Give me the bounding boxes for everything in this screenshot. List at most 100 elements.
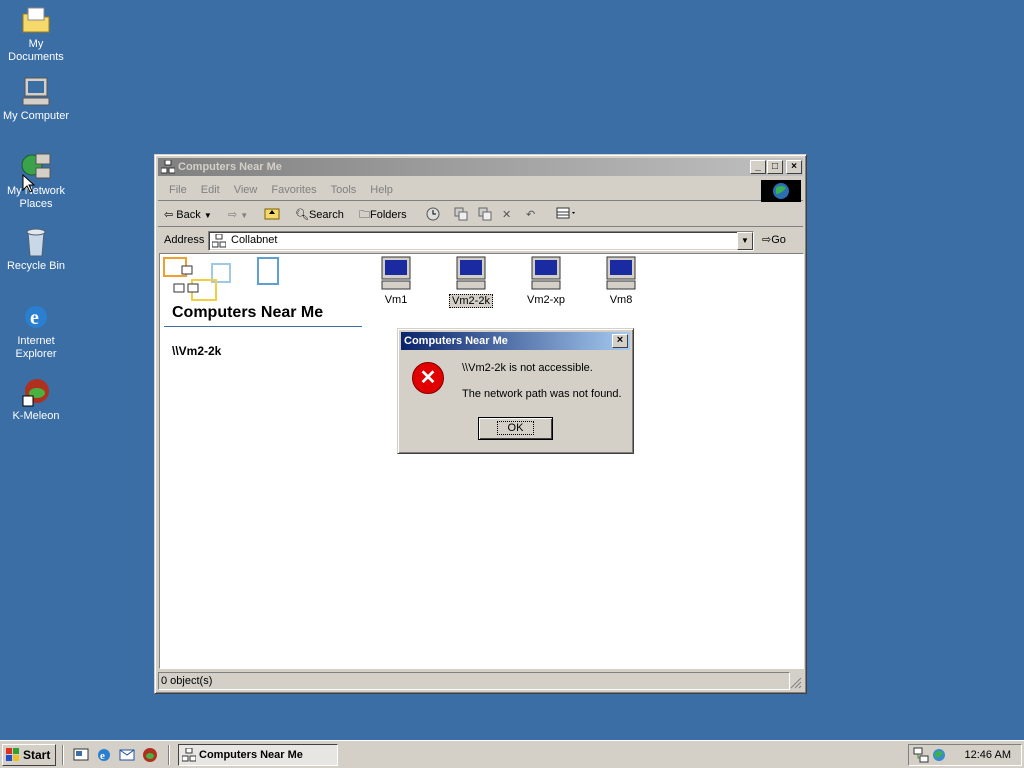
windows-logo-icon (6, 748, 19, 761)
folder-title: Computers Near Me (172, 304, 324, 321)
network-banner-icon (163, 257, 279, 301)
system-tray: 12:46 AM (908, 744, 1022, 766)
folder-icon (20, 4, 52, 36)
network-tray-icon[interactable] (913, 747, 929, 763)
computer-icon (605, 256, 637, 290)
dialog-close-button[interactable]: × (612, 334, 628, 348)
folders-button[interactable]: 🗀Folders (359, 206, 407, 224)
search-button[interactable]: 🔍︎Search (295, 206, 344, 224)
start-button[interactable]: Start (2, 744, 56, 766)
desktop-icon-label: My Computer (2, 110, 70, 122)
computer-label: Vm8 (609, 294, 633, 306)
desktop-icon-label: My Documents (8, 38, 64, 63)
views-button[interactable] (556, 206, 578, 224)
forward-button[interactable]: ⇨ ▼ (228, 206, 248, 224)
desktop-icon-my-documents[interactable]: My Documents (0, 4, 72, 64)
menu-file[interactable]: File (162, 179, 194, 201)
taskbar-separator (62, 745, 64, 765)
desktop-icon-label: K-Meleon (12, 410, 60, 422)
history-button[interactable] (425, 206, 441, 224)
views-icon (556, 207, 575, 219)
close-button[interactable]: × (786, 160, 802, 174)
menu-favorites[interactable]: Favorites (264, 179, 323, 201)
address-dropdown-button[interactable]: ▼ (737, 232, 753, 250)
status-bar: 0 object(s) (158, 672, 803, 690)
address-value: Collabnet (231, 234, 278, 246)
selected-item-path: \\Vm2-2k (172, 344, 222, 358)
desktop-icon-my-network-places[interactable]: My Network Places (0, 151, 72, 211)
desktop-icon-label: Places (19, 198, 53, 210)
network-icon (182, 748, 196, 762)
desktop-icon-internet-explorer[interactable]: e Internet Explorer (0, 301, 72, 361)
chevron-down-icon: ▼ (203, 211, 212, 220)
computer-item-vm2-2k[interactable]: Vm2-2k (441, 256, 501, 308)
window-titlebar[interactable]: Computers Near Me _ □ × (158, 158, 803, 176)
desktop-icon-k-meleon[interactable]: K-Meleon (0, 376, 72, 423)
show-desktop-icon[interactable] (73, 747, 89, 763)
maximize-button[interactable]: □ (767, 160, 783, 174)
menu-bar: File Edit View Favorites Tools Help (158, 179, 803, 202)
back-button[interactable]: ⇦ Back ▼ (164, 206, 212, 224)
svg-text:e: e (100, 750, 105, 762)
undo-icon: ↶ (526, 209, 536, 221)
computer-item-vm1[interactable]: Vm1 (366, 256, 426, 306)
go-button[interactable]: ⇨Go (762, 233, 786, 246)
dialog-titlebar[interactable]: Computers Near Me × (401, 332, 630, 350)
outlook-express-icon[interactable] (119, 747, 135, 763)
menu-tools[interactable]: Tools (324, 179, 364, 201)
error-icon: ✕ (412, 362, 444, 394)
dialog-title: Computers Near Me (404, 335, 508, 347)
minimize-button[interactable]: _ (750, 160, 766, 174)
desktop-icon-recycle-bin[interactable]: Recycle Bin (0, 226, 72, 273)
recycle-bin-icon (20, 226, 52, 258)
computer-label: Vm2-xp (527, 294, 565, 306)
volume-tray-icon[interactable] (931, 747, 947, 763)
ok-button[interactable]: OK (478, 417, 553, 440)
delete-icon: ✕ (502, 209, 512, 221)
computer-item-vm8[interactable]: Vm8 (591, 256, 651, 306)
svg-text:e: e (30, 307, 39, 329)
computer-icon (380, 256, 412, 290)
up-folder-button[interactable] (264, 206, 280, 224)
desktop-icon-label: Explorer (15, 348, 57, 360)
computer-icon (20, 76, 52, 108)
address-bar: Address Collabnet ▼ ⇨Go (158, 229, 803, 253)
search-icon: 🔍︎ (295, 209, 309, 221)
move-to-button[interactable] (453, 206, 469, 224)
computer-label: Vm2-2k (449, 294, 493, 308)
title-divider (164, 326, 362, 327)
taskbar-separator (168, 745, 170, 765)
desktop-icon-label: Internet (17, 335, 55, 347)
undo-button[interactable]: ↶ (526, 206, 535, 224)
status-text: 0 object(s) (158, 672, 790, 690)
menu-edit[interactable]: Edit (194, 179, 227, 201)
internet-explorer-icon: e (20, 301, 52, 333)
desktop-icon-label: Recycle Bin (6, 260, 66, 272)
resize-grip-icon[interactable] (790, 677, 802, 689)
error-message: \\Vm2-2k is not accessible. (462, 362, 593, 374)
network-icon (212, 234, 226, 248)
computer-item-vm2-xp[interactable]: Vm2-xp (516, 256, 576, 306)
address-input[interactable]: Collabnet ▼ (208, 231, 754, 251)
error-detail: The network path was not found. (462, 388, 622, 400)
desktop-icon-label: My Network (6, 185, 66, 197)
folders-icon: 🗀 (359, 209, 370, 221)
clock[interactable]: 12:46 AM (965, 749, 1011, 761)
menu-help[interactable]: Help (363, 179, 400, 201)
k-meleon-icon (20, 376, 52, 408)
standard-toolbar: ⇦ Back ▼ ⇨ ▼ 🔍︎Search 🗀Folders ✕ ↶ (158, 203, 803, 227)
desktop-icon-my-computer[interactable]: My Computer (0, 76, 72, 123)
copy-to-icon (478, 207, 492, 221)
back-arrow-icon: ⇦ (164, 209, 174, 221)
taskbar-button-computers-near-me[interactable]: Computers Near Me (178, 744, 338, 766)
address-label: Address (164, 234, 205, 246)
mouse-cursor-icon (22, 174, 36, 193)
internet-explorer-icon[interactable]: e (96, 747, 112, 763)
menu-view[interactable]: View (227, 179, 265, 201)
history-icon (426, 207, 440, 221)
k-meleon-icon[interactable] (142, 747, 158, 763)
copy-to-button[interactable] (477, 206, 493, 224)
delete-button[interactable]: ✕ (502, 206, 511, 224)
computer-icon (530, 256, 562, 290)
folder-content[interactable]: Computers Near Me \\Vm2-2k Vm1 Vm2-2k Vm… (159, 253, 804, 669)
